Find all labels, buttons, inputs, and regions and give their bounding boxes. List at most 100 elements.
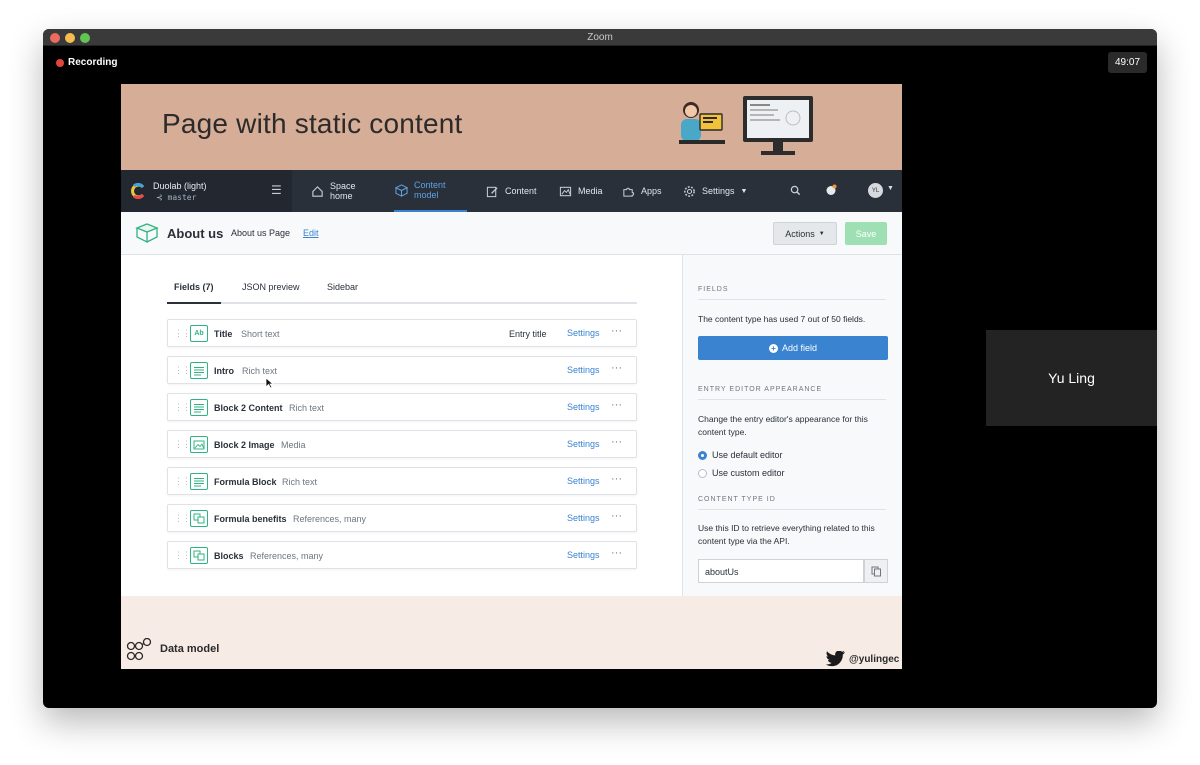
copy-button[interactable]: [864, 559, 888, 583]
nav-media[interactable]: Media: [559, 170, 603, 212]
field-settings-link[interactable]: Settings: [567, 476, 600, 486]
nav-content-label: Content: [505, 186, 537, 196]
nav-content[interactable]: Content: [486, 170, 537, 212]
recording-indicator: Recording: [56, 57, 117, 68]
nav-space-home[interactable]: Space home: [311, 170, 356, 212]
more-icon[interactable]: ···: [611, 510, 622, 522]
add-field-label: Add field: [781, 343, 818, 353]
footer-label: Data model: [160, 643, 220, 655]
field-type: Rich text: [289, 403, 325, 413]
field-settings-link[interactable]: Settings: [567, 439, 600, 449]
copy-icon: [871, 566, 881, 576]
field-name: Formula benefits: [214, 514, 287, 524]
radio-default-editor-label: Use default editor: [712, 450, 783, 460]
more-icon[interactable]: ···: [611, 399, 622, 411]
field-row[interactable]: ⋮⋮ Block 2 Image Media Settings ···: [167, 430, 637, 458]
nav-space-home-label-2: home: [330, 191, 353, 201]
puzzle-icon: [623, 187, 635, 197]
shared-screen: Page with static content Duolab (light) …: [121, 84, 902, 669]
radio-unselected-icon: [698, 468, 707, 478]
field-tabs: Fields (7) JSON preview Sidebar: [167, 282, 637, 304]
radio-selected-icon: [698, 450, 707, 460]
help-notification-icon[interactable]: [825, 184, 837, 196]
save-button[interactable]: Save: [845, 222, 887, 245]
more-icon[interactable]: ···: [611, 325, 622, 337]
monitor-illustration: [743, 96, 813, 155]
field-settings-link[interactable]: Settings: [567, 365, 600, 375]
fields-heading: FIELDS: [698, 286, 886, 300]
tab-fields[interactable]: Fields (7): [167, 282, 221, 304]
add-field-button[interactable]: + Add field: [698, 336, 888, 360]
slide-title: Page with static content: [162, 108, 463, 139]
drag-handle-icon[interactable]: ⋮⋮: [174, 513, 191, 524]
edit-link[interactable]: Edit: [303, 228, 319, 238]
field-type: References, many: [293, 514, 367, 524]
richtext-icon: [190, 399, 208, 416]
more-icon[interactable]: ···: [611, 547, 622, 559]
field-settings-link[interactable]: Settings: [567, 513, 600, 523]
field-settings-link[interactable]: Settings: [567, 550, 600, 560]
radio-default-editor[interactable]: Use default editor: [698, 450, 783, 460]
menu-icon[interactable]: ☰: [271, 183, 282, 197]
gear-icon: [684, 185, 695, 197]
radio-custom-editor-label: Use custom editor: [712, 468, 785, 478]
more-icon[interactable]: ···: [611, 473, 622, 485]
fields-usage-text: The content type has used 7 out of 50 fi…: [698, 314, 866, 324]
field-row[interactable]: ⋮⋮ Block 2 Content Rich text Settings ··…: [167, 393, 637, 421]
nav-content-model[interactable]: Content model: [394, 170, 467, 212]
drag-handle-icon[interactable]: ⋮⋮: [174, 365, 191, 376]
radio-custom-editor[interactable]: Use custom editor: [698, 468, 785, 478]
media-field-icon: [190, 436, 208, 453]
fields-panel: Fields (7) JSON preview Sidebar ⋮⋮ Ab Ti…: [121, 255, 682, 596]
field-type: Rich text: [282, 477, 318, 487]
field-row[interactable]: ⋮⋮ Ab Title Short text Entry title Setti…: [167, 319, 637, 347]
space-name: Duolab (light): [153, 181, 207, 191]
drag-handle-icon[interactable]: ⋮⋮: [174, 550, 191, 561]
home-icon: [312, 185, 323, 197]
more-icon[interactable]: ···: [611, 436, 622, 448]
nav-settings[interactable]: Settings ▼: [683, 170, 747, 212]
drag-handle-icon[interactable]: ⋮⋮: [174, 439, 191, 450]
media-icon: [559, 186, 572, 196]
avatar-chevron-down-icon[interactable]: ▼: [887, 185, 894, 192]
field-name: Block 2 Image: [214, 440, 275, 450]
field-row[interactable]: ⋮⋮ Intro Rich text Settings ···: [167, 356, 637, 389]
drag-handle-icon[interactable]: ⋮⋮: [174, 402, 191, 413]
field-row[interactable]: ⋮⋮ Formula benefits References, many Set…: [167, 504, 637, 532]
actions-button[interactable]: Actions ▼: [773, 222, 837, 245]
nav-settings-label: Settings: [702, 186, 735, 196]
field-row[interactable]: ⋮⋮ Formula Block Rich text Settings ···: [167, 467, 637, 495]
richtext-icon: [190, 473, 208, 490]
recording-dot-icon: [56, 58, 64, 67]
avatar[interactable]: YL: [868, 183, 883, 198]
field-type: References, many: [250, 551, 324, 561]
nav-apps[interactable]: Apps: [622, 170, 662, 212]
field-settings-link[interactable]: Settings: [567, 402, 600, 412]
entity-title: About us: [167, 226, 224, 241]
chevron-down-icon: ▼: [818, 230, 825, 237]
actions-button-label: Actions: [785, 228, 815, 239]
field-name: Formula Block: [214, 477, 277, 487]
tab-sidebar[interactable]: Sidebar: [327, 282, 358, 302]
content-type-id-field[interactable]: aboutUs: [698, 559, 864, 583]
twitter-handle-label: @yulingec: [849, 653, 900, 665]
edit-icon: [486, 186, 498, 197]
reference-icon: [190, 547, 208, 564]
participant-tile[interactable]: Yu Ling: [986, 330, 1157, 426]
content-type-icon: [135, 223, 159, 244]
entry-title-badge: Entry title: [509, 329, 547, 339]
participant-name: Yu Ling: [1048, 370, 1095, 386]
search-icon[interactable]: [790, 185, 801, 196]
drag-handle-icon[interactable]: ⋮⋮: [174, 328, 191, 339]
field-settings-link[interactable]: Settings: [567, 328, 600, 338]
branch-label: master: [167, 193, 197, 202]
field-row[interactable]: ⋮⋮ Blocks References, many Settings ···: [167, 541, 637, 569]
tab-json-preview[interactable]: JSON preview: [242, 282, 300, 302]
space-switcher[interactable]: Duolab (light) ⊰ master ☰: [121, 170, 292, 212]
window-titlebar: Zoom: [43, 29, 1157, 46]
editor-appearance-text: Change the entry editor's appearance for…: [698, 414, 868, 437]
more-icon[interactable]: ···: [611, 362, 622, 374]
nav-content-model-label-2: model: [414, 190, 439, 200]
window-title: Zoom: [587, 32, 613, 43]
drag-handle-icon[interactable]: ⋮⋮: [174, 476, 191, 487]
